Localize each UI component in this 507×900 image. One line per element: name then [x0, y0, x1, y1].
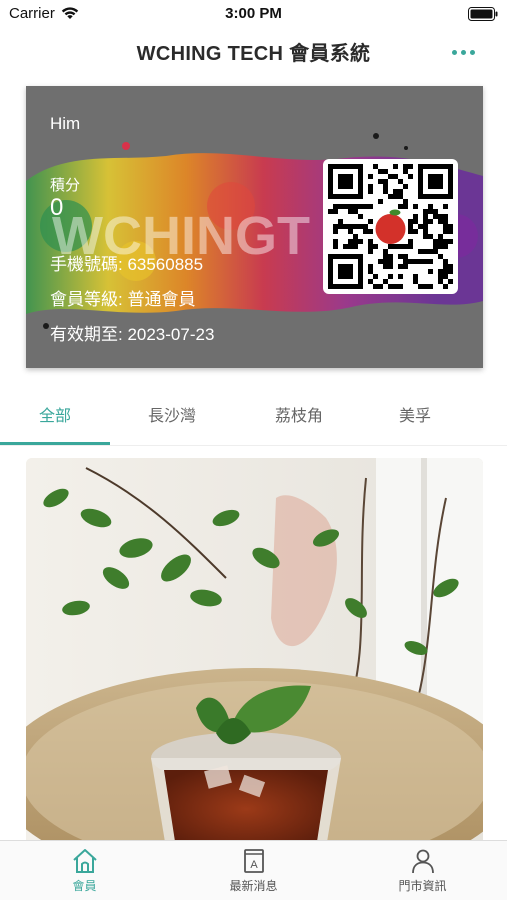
member-qr-code[interactable] — [323, 159, 458, 294]
more-dot — [469, 49, 475, 55]
bottom-tab-label: 最新消息 — [229, 879, 278, 893]
news-icon: A — [243, 849, 264, 873]
member-card[interactable]: WCHINGT Him 積分 0 手機號碼: 63560885 會員等級: 普通… — [26, 86, 483, 368]
branch-tabs: 全部 長沙灣 荔枝角 美孚 — [0, 394, 507, 446]
bottom-tab-store[interactable]: 門市資訊 — [338, 841, 507, 900]
member-level: 會員等級: 普通會員 — [50, 290, 196, 309]
drink-photo-illustration — [26, 458, 483, 848]
svg-text:A: A — [250, 859, 258, 871]
tab-all[interactable]: 全部 — [0, 394, 110, 442]
featured-drink-photo[interactable] — [26, 458, 483, 848]
more-dots-icon — [451, 49, 457, 55]
tab-mei-foo[interactable]: 美孚 — [360, 394, 470, 442]
points-value: 0 — [50, 194, 64, 221]
bottom-tab-bar: 會員 A 最新消息 門市資訊 — [0, 840, 507, 900]
battery-icon — [468, 7, 498, 21]
bottom-tab-label: 門市資訊 — [398, 879, 447, 893]
member-phone: 手機號碼: 63560885 — [50, 255, 204, 274]
page-title: WCHING TECH 會員系統 — [136, 43, 371, 65]
member-name: Him — [50, 114, 81, 133]
bottom-tab-member[interactable]: 會員 — [0, 841, 169, 900]
points-label: 積分 — [50, 177, 81, 194]
nav-header: WCHING TECH 會員系統 — [0, 28, 507, 74]
qr-code-icon — [328, 164, 453, 289]
bottom-tab-news[interactable]: A 最新消息 — [169, 841, 338, 900]
status-time: 3:00 PM — [225, 5, 282, 22]
app-screen: Carrier 3:00 PM WCHING TECH 會員系統 WCHINGT… — [0, 0, 507, 900]
bottom-tab-label: 會員 — [72, 879, 97, 893]
tab-lai-chi-kok[interactable]: 荔枝角 — [244, 394, 354, 442]
more-dot — [460, 49, 466, 55]
home-icon — [72, 849, 97, 873]
member-expiry: 有效期至: 2023-07-23 — [50, 325, 215, 344]
tab-cheung-sha-wan[interactable]: 長沙灣 — [117, 394, 227, 442]
status-bar: Carrier 3:00 PM — [0, 0, 507, 28]
person-icon — [411, 849, 434, 874]
more-options-button[interactable] — [445, 40, 481, 64]
active-tab-indicator — [0, 442, 110, 445]
